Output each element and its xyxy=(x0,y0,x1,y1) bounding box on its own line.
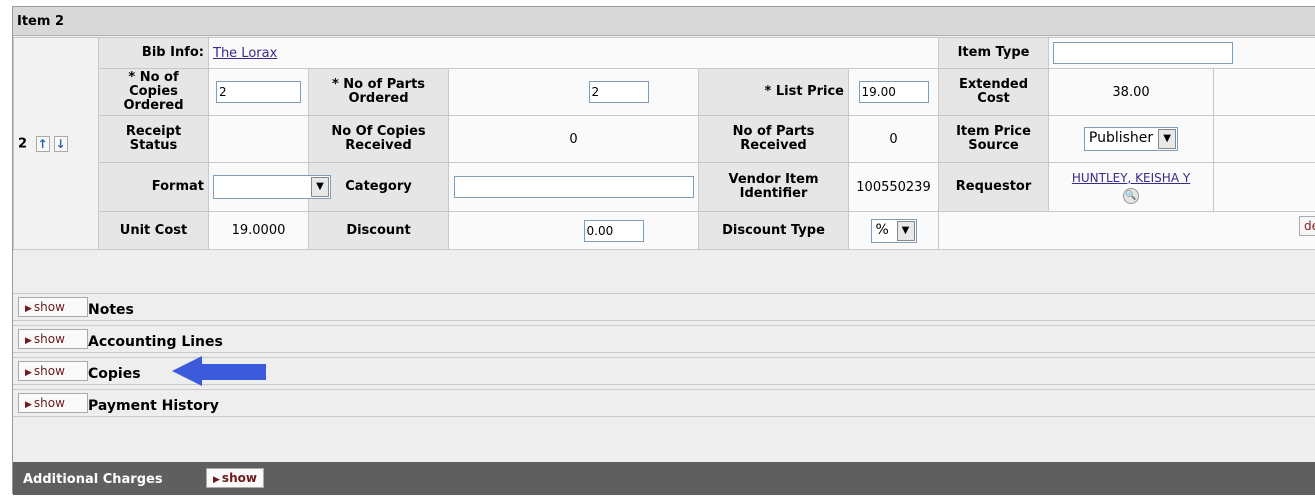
tab-label-copies: Copies xyxy=(88,366,141,382)
unit-cost-label: Unit Cost xyxy=(98,211,209,250)
show-label: show xyxy=(33,364,65,378)
show-label: show xyxy=(221,471,257,485)
item-header: Item 2 xyxy=(13,7,1315,36)
discount-cell xyxy=(448,211,699,250)
price-source-spacer xyxy=(1213,115,1315,163)
parts-ordered-cell xyxy=(448,68,699,116)
format-label: Format xyxy=(98,162,209,212)
search-icon[interactable]: 🔍 xyxy=(1123,187,1140,204)
triangle-right-icon: ▶ xyxy=(25,304,32,314)
line-number-cell: 2 ↑ ↓ xyxy=(13,37,99,250)
format-select[interactable]: ▼ xyxy=(213,175,331,199)
extended-cost-spacer xyxy=(1213,68,1315,116)
item-price-source-value: Publisher xyxy=(1088,130,1154,146)
item-price-source-cell: Publisher ▼ xyxy=(1048,115,1215,163)
tab-accounting-lines: ▶ show Accounting Lines xyxy=(13,325,1315,353)
additional-charges-bar: Additional Charges ▶ show xyxy=(13,462,1315,495)
requestor-cell: HUNTLEY, KEISHA Y 🔍 xyxy=(1048,162,1215,212)
vendor-item-identifier-value: 100550239 xyxy=(847,162,940,212)
item-type-input[interactable] xyxy=(1053,42,1234,64)
copies-show-button[interactable]: ▶ show xyxy=(18,361,88,381)
move-up-icon[interactable]: ↑ xyxy=(35,135,50,152)
triangle-right-icon: ▶ xyxy=(25,336,32,346)
discount-input[interactable] xyxy=(583,219,644,242)
receipt-status-label: Receipt Status xyxy=(98,115,209,163)
copies-received-value: 0 xyxy=(448,115,699,163)
parts-ordered-input[interactable] xyxy=(588,81,649,103)
item-price-source-select[interactable]: Publisher ▼ xyxy=(1083,127,1179,151)
delete-cell: delete xyxy=(938,211,1315,250)
item-type-label: Item Type xyxy=(938,37,1050,69)
requestor-spacer xyxy=(1213,162,1315,212)
extended-cost-label: Extended Cost xyxy=(938,68,1050,116)
item-detail-table: 2 ↑ ↓ Bib Info: The Lorax Item Type * No … xyxy=(13,37,1315,250)
payment-history-show-button[interactable]: ▶ show xyxy=(18,393,88,413)
move-down-icon[interactable]: ↓ xyxy=(53,135,68,152)
chevron-down-icon: ▼ xyxy=(311,177,329,197)
show-label: show xyxy=(33,300,65,314)
tab-label-payment-history: Payment History xyxy=(88,398,219,414)
triangle-right-icon: ▶ xyxy=(25,368,32,378)
copies-ordered-label: * No of Copies Ordered xyxy=(98,68,209,116)
item-price-source-label: Item Price Source xyxy=(938,115,1050,163)
tab-payment-history: ▶ show Payment History xyxy=(13,389,1315,417)
requestor-link[interactable]: HUNTLEY, KEISHA Y xyxy=(1072,171,1190,185)
bib-info-cell: The Lorax xyxy=(207,37,940,69)
parts-ordered-label: * No of Parts Ordered xyxy=(308,68,449,116)
parts-received-label: No of Parts Received xyxy=(698,115,849,163)
category-input[interactable] xyxy=(453,176,694,198)
discount-type-select[interactable]: % ▼ xyxy=(870,218,917,243)
bib-info-link[interactable]: The Lorax xyxy=(213,46,277,61)
item-type-cell xyxy=(1048,37,1315,69)
tab-label-notes: Notes xyxy=(88,302,134,318)
notes-show-button[interactable]: ▶ show xyxy=(18,297,88,317)
accounting-lines-show-button[interactable]: ▶ show xyxy=(18,329,88,349)
annotation-arrow-icon xyxy=(172,356,266,386)
tab-notes: ▶ show Notes xyxy=(13,293,1315,321)
chevron-down-icon: ▼ xyxy=(896,220,915,241)
chevron-down-icon: ▼ xyxy=(1158,129,1177,149)
additional-charges-show-button[interactable]: ▶ show xyxy=(206,468,264,488)
discount-type-value: % xyxy=(875,221,889,238)
tab-label-accounting-lines: Accounting Lines xyxy=(88,334,223,350)
vendor-item-identifier-label: Vendor Item Identifier xyxy=(698,162,849,212)
unit-cost-value: 19.0000 xyxy=(208,211,309,250)
show-label: show xyxy=(33,396,65,410)
extended-cost-value: 38.00 xyxy=(1048,68,1215,116)
list-price-input[interactable] xyxy=(858,81,929,103)
delete-button[interactable]: delete xyxy=(1299,216,1315,236)
discount-label: Discount xyxy=(308,211,449,250)
additional-charges-title: Additional Charges xyxy=(23,472,163,487)
copies-received-label: No Of Copies Received xyxy=(308,115,449,163)
category-cell xyxy=(448,162,699,212)
copies-ordered-cell xyxy=(208,68,309,116)
list-price-label: * List Price xyxy=(698,68,849,116)
show-label: show xyxy=(33,332,65,346)
triangle-right-icon: ▶ xyxy=(213,475,220,485)
line-number: 2 xyxy=(18,136,28,151)
item-panel: Item 2 2 ↑ ↓ Bib Info: The Lorax Item Typ… xyxy=(12,6,1315,495)
receipt-status-value xyxy=(208,115,309,163)
discount-type-cell: % ▼ xyxy=(847,211,940,250)
copies-ordered-input[interactable] xyxy=(216,81,301,103)
format-cell: ▼ xyxy=(208,162,331,212)
bib-info-label: Bib Info: xyxy=(98,37,209,69)
requestor-label: Requestor xyxy=(938,162,1050,212)
parts-received-value: 0 xyxy=(847,115,940,163)
discount-type-label: Discount Type xyxy=(698,211,849,250)
triangle-right-icon: ▶ xyxy=(25,400,32,410)
list-price-cell xyxy=(847,68,940,116)
